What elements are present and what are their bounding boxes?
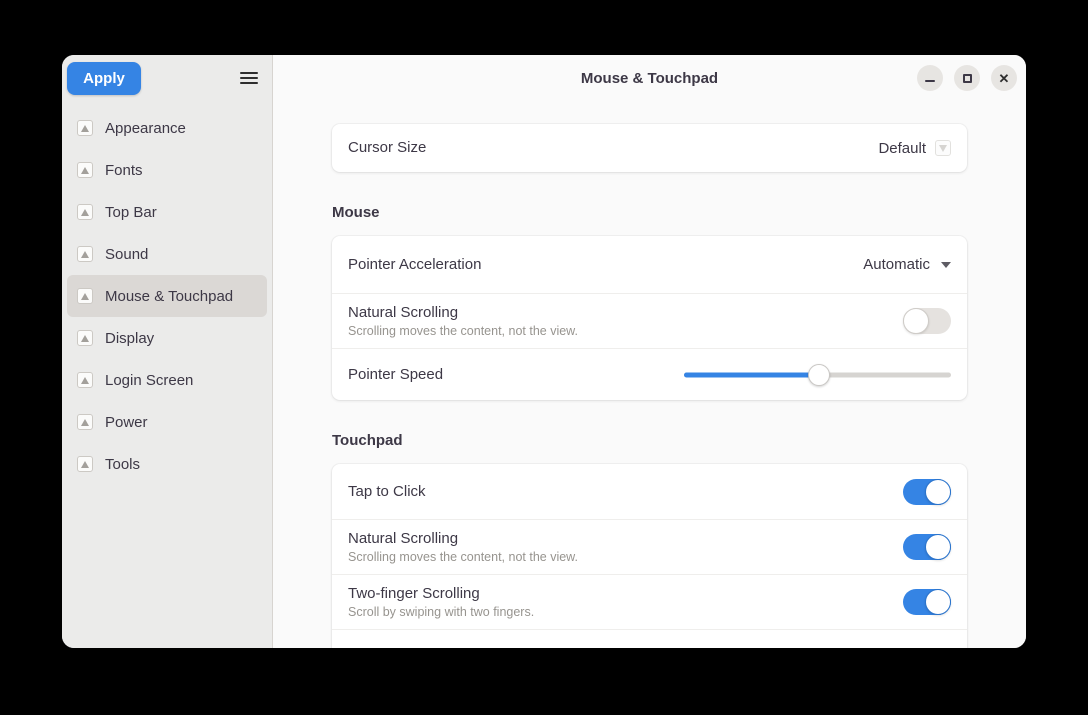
sidebar-item-appearance[interactable]: Appearance: [67, 107, 267, 149]
image-missing-icon: [77, 414, 93, 430]
natural-scrolling-label: Natural Scrolling: [348, 304, 903, 321]
window-controls: ✕: [917, 65, 1017, 91]
tap-to-click-label: Tap to Click: [348, 483, 426, 500]
touchpad-card: Tap to Click Natural Scrolling Scrolling…: [332, 464, 967, 648]
sidebar: Apply Appearance Fonts Top Bar Sound: [62, 55, 273, 648]
mouse-section-heading: Mouse: [332, 204, 967, 222]
maximize-button[interactable]: [954, 65, 980, 91]
sidebar-item-label: Tools: [105, 456, 140, 473]
image-missing-icon: [77, 204, 93, 220]
toggle-knob: [925, 534, 951, 560]
pointer-speed-label: Pointer Speed: [348, 366, 443, 383]
image-missing-icon: [77, 288, 93, 304]
two-finger-scrolling-toggle[interactable]: [903, 589, 951, 615]
sidebar-item-label: Power: [105, 414, 148, 431]
pointer-speed-row: Pointer Speed: [332, 348, 967, 400]
headerbar: Mouse & Touchpad ✕: [273, 55, 1026, 101]
image-missing-icon: [77, 246, 93, 262]
sidebar-item-tools[interactable]: Tools: [67, 443, 267, 485]
minimize-icon: [925, 80, 935, 82]
natural-scrolling-subtitle: Scrolling moves the content, not the vie…: [348, 550, 903, 564]
sidebar-headerbar: Apply: [62, 55, 272, 101]
image-missing-icon: [77, 120, 93, 136]
two-finger-scrolling-label: Two-finger Scrolling: [348, 585, 903, 602]
content-pane: Mouse & Touchpad ✕ Cursor Size Default M…: [273, 55, 1026, 648]
sidebar-item-label: Login Screen: [105, 372, 193, 389]
clipped-row: [332, 629, 967, 648]
touchpad-natural-scrolling-row: Natural Scrolling Scrolling moves the co…: [332, 519, 967, 574]
sidebar-item-top-bar[interactable]: Top Bar: [67, 191, 267, 233]
sidebar-item-power[interactable]: Power: [67, 401, 267, 443]
sidebar-item-fonts[interactable]: Fonts: [67, 149, 267, 191]
maximize-icon: [963, 74, 972, 83]
sidebar-item-display[interactable]: Display: [67, 317, 267, 359]
image-missing-icon: [77, 162, 93, 178]
pointer-acceleration-dropdown[interactable]: Automatic: [863, 256, 951, 273]
dropdown-placeholder-icon: [935, 140, 951, 156]
tap-to-click-toggle[interactable]: [903, 479, 951, 505]
cursor-size-row[interactable]: Cursor Size Default: [332, 124, 967, 172]
sidebar-item-login-screen[interactable]: Login Screen: [67, 359, 267, 401]
cursor-size-label: Cursor Size: [348, 139, 426, 156]
pointer-speed-slider[interactable]: [684, 363, 951, 387]
apply-button[interactable]: Apply: [67, 62, 141, 95]
image-missing-icon: [77, 372, 93, 388]
mouse-card: Pointer Acceleration Automatic Natural S…: [332, 236, 967, 400]
two-finger-scrolling-subtitle: Scroll by swiping with two fingers.: [348, 605, 903, 619]
pointer-acceleration-row[interactable]: Pointer Acceleration Automatic: [332, 236, 967, 293]
sidebar-item-label: Mouse & Touchpad: [105, 288, 233, 305]
mouse-natural-scrolling-toggle[interactable]: [903, 308, 951, 334]
settings-scroll-area: Cursor Size Default Mouse Pointer Accele…: [273, 101, 1026, 648]
touchpad-section-heading: Touchpad: [332, 432, 967, 450]
chevron-down-icon: [941, 262, 951, 268]
cursor-size-value[interactable]: Default: [878, 140, 951, 157]
sidebar-item-label: Top Bar: [105, 204, 157, 221]
sidebar-item-label: Appearance: [105, 120, 186, 137]
sidebar-item-label: Display: [105, 330, 154, 347]
page-title: Mouse & Touchpad: [581, 70, 718, 87]
image-missing-icon: [77, 330, 93, 346]
close-icon: ✕: [999, 72, 1010, 85]
natural-scrolling-label: Natural Scrolling: [348, 530, 903, 547]
touchpad-natural-scrolling-toggle[interactable]: [903, 534, 951, 560]
minimize-button[interactable]: [917, 65, 943, 91]
tap-to-click-row: Tap to Click: [332, 464, 967, 519]
sidebar-nav: Appearance Fonts Top Bar Sound Mouse & T…: [62, 101, 272, 491]
slider-handle[interactable]: [808, 364, 830, 386]
gnome-tweaks-window: Apply Appearance Fonts Top Bar Sound: [62, 55, 1026, 648]
cursor-size-card: Cursor Size Default: [332, 124, 967, 172]
sidebar-item-label: Fonts: [105, 162, 143, 179]
pointer-acceleration-value: Automatic: [863, 256, 930, 273]
sidebar-item-label: Sound: [105, 246, 148, 263]
toggle-knob: [903, 308, 929, 334]
image-missing-icon: [77, 456, 93, 472]
pointer-acceleration-label: Pointer Acceleration: [348, 256, 481, 273]
toggle-knob: [925, 479, 951, 505]
sidebar-item-mouse-touchpad[interactable]: Mouse & Touchpad: [67, 275, 267, 317]
natural-scrolling-subtitle: Scrolling moves the content, not the vie…: [348, 324, 903, 338]
cursor-size-selected-option: Default: [878, 140, 926, 157]
menu-icon[interactable]: [240, 68, 258, 88]
two-finger-scrolling-row: Two-finger Scrolling Scroll by swiping w…: [332, 574, 967, 629]
slider-fill: [684, 372, 819, 377]
mouse-natural-scrolling-row: Natural Scrolling Scrolling moves the co…: [332, 293, 967, 348]
close-button[interactable]: ✕: [991, 65, 1017, 91]
sidebar-item-sound[interactable]: Sound: [67, 233, 267, 275]
toggle-knob: [925, 589, 951, 615]
